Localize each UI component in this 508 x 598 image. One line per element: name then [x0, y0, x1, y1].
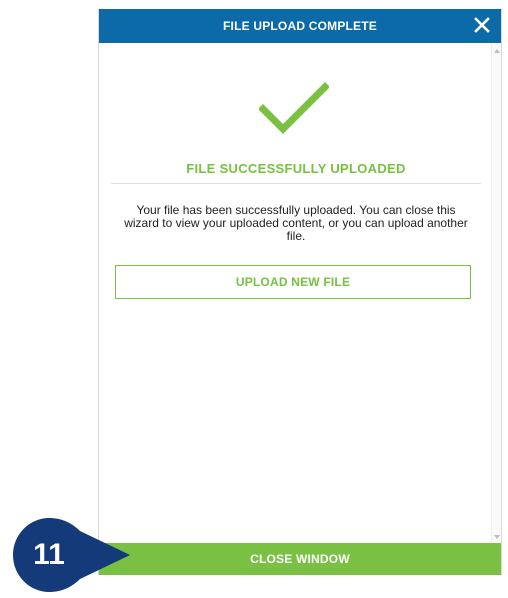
dialog-title: FILE UPLOAD COMPLETE — [223, 19, 377, 33]
checkmark-icon — [259, 82, 329, 134]
screen: FILE UPLOAD COMPLETE FILE SUCCESSFULLY U… — [0, 0, 508, 598]
vertical-scrollbar[interactable] — [491, 43, 501, 543]
step-marker-bubble-icon — [13, 518, 130, 592]
success-heading: FILE SUCCESSFULLY UPLOADED — [186, 161, 406, 176]
close-window-button[interactable]: CLOSE WINDOW — [99, 543, 501, 575]
scroll-down-arrow-icon[interactable] — [494, 535, 500, 539]
divider — [111, 183, 481, 184]
success-message: Your file has been successfully uploaded… — [124, 203, 468, 243]
scroll-up-arrow-icon[interactable] — [494, 49, 500, 53]
dialog-body: FILE SUCCESSFULLY UPLOADED Your file has… — [99, 43, 493, 543]
close-icon[interactable] — [471, 14, 493, 36]
upload-complete-dialog: FILE UPLOAD COMPLETE FILE SUCCESSFULLY U… — [98, 9, 502, 575]
dialog-header: FILE UPLOAD COMPLETE — [99, 9, 501, 43]
upload-new-file-button[interactable]: UPLOAD NEW FILE — [115, 265, 471, 299]
